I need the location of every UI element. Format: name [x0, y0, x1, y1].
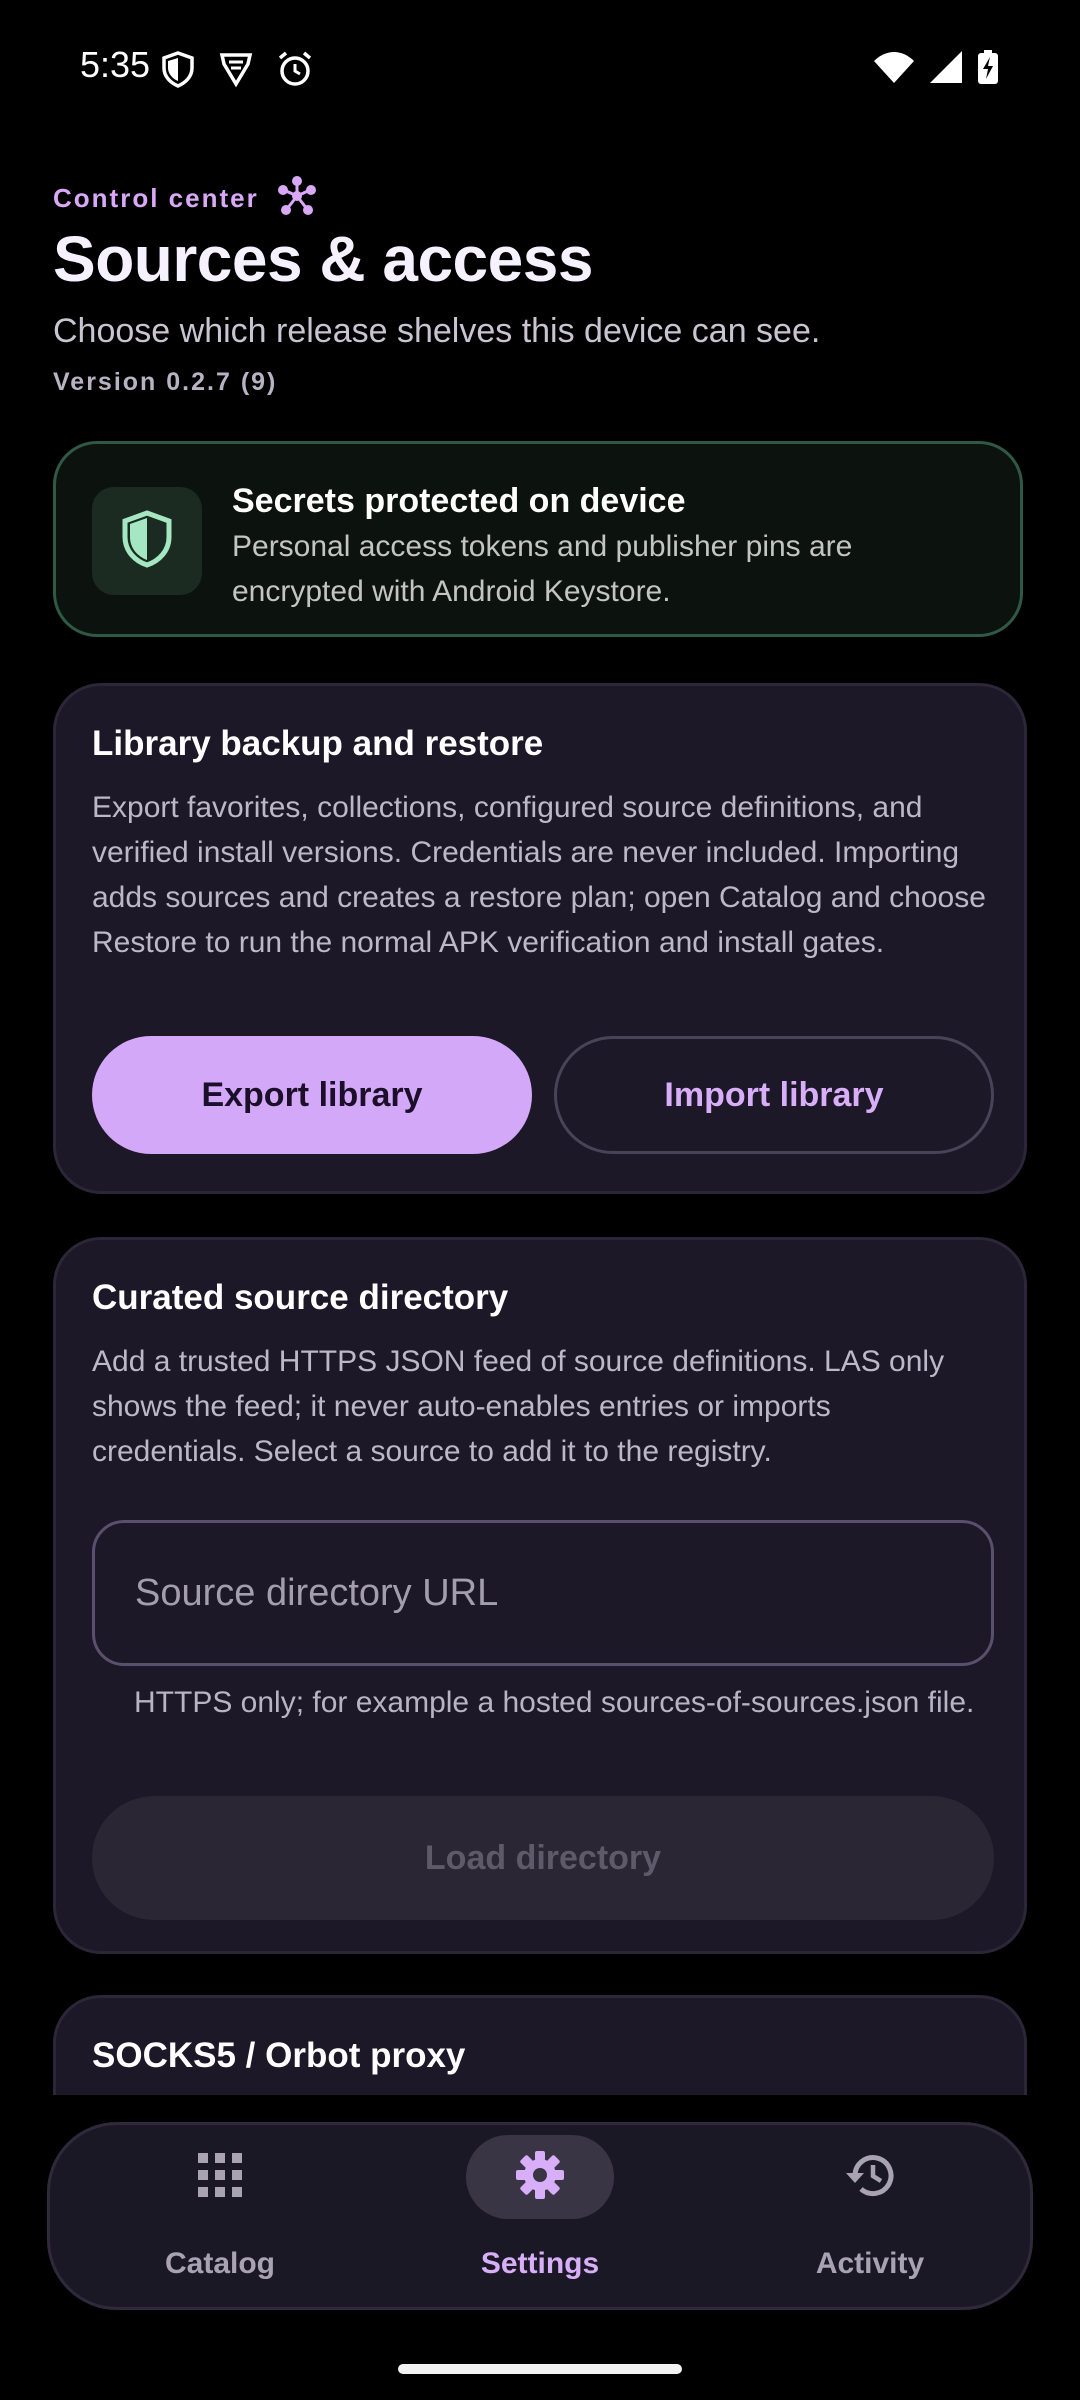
- nav-label-catalog: Catalog: [164, 2247, 275, 2280]
- socks5-proxy-card: SOCKS5 / Orbot proxy: [53, 1995, 1027, 2095]
- proxy-card-title: SOCKS5 / Orbot proxy: [92, 2036, 466, 2075]
- import-library-button[interactable]: Import library: [554, 1036, 994, 1154]
- nav-label-settings: Settings: [480, 2247, 600, 2280]
- page-subtitle: Choose which release shelves this device…: [53, 312, 821, 350]
- backup-card-body: Export favorites, collections, configure…: [92, 791, 986, 959]
- library-backup-card: Library backup and restore Export favori…: [53, 683, 1027, 1194]
- wifi-icon: [874, 51, 914, 83]
- app-version: Version 0.2.7 (9): [53, 368, 278, 396]
- gear-icon: [514, 2149, 566, 2206]
- directory-card-title: Curated source directory: [92, 1278, 509, 1317]
- eyebrow-text: Control center: [53, 183, 259, 213]
- battery-charging-icon: [978, 50, 998, 84]
- alarm-icon: [276, 50, 314, 88]
- bottom-navigation: Catalog Settings Activity: [47, 2122, 1033, 2310]
- backup-card-title: Library backup and restore: [92, 724, 544, 763]
- nav-item-activity[interactable]: Activity: [720, 2125, 1020, 2313]
- shield-icon: [160, 50, 196, 88]
- load-directory-button[interactable]: Load directory: [92, 1796, 994, 1920]
- url-helper-text: HTTPS only; for example a hosted sources…: [134, 1686, 975, 1719]
- shield-check-icon: [121, 509, 173, 573]
- status-bar: 5:35: [0, 0, 1080, 130]
- secure-card-title: Secrets protected on device: [232, 482, 686, 520]
- source-directory-url-input[interactable]: [92, 1520, 994, 1666]
- nav-item-catalog[interactable]: Catalog: [70, 2125, 370, 2313]
- directory-card-body: Add a trusted HTTPS JSON feed of source …: [92, 1345, 945, 1468]
- eyebrow: Control center: [53, 176, 317, 221]
- network-icon: [277, 176, 317, 221]
- export-library-button[interactable]: Export library: [92, 1036, 532, 1154]
- page-title: Sources & access: [53, 223, 593, 295]
- status-icons-left: [160, 50, 314, 88]
- brave-icon: [218, 50, 254, 88]
- secure-icon-box: [92, 487, 202, 595]
- grid-icon: [196, 2151, 244, 2204]
- secure-card-body: Personal access tokens and publisher pin…: [232, 530, 853, 608]
- history-icon: [843, 2150, 897, 2205]
- curated-source-directory-card: Curated source directory Add a trusted H…: [53, 1237, 1027, 1954]
- status-time: 5:35: [80, 44, 151, 85]
- nav-label-activity: Activity: [815, 2247, 925, 2280]
- secrets-protected-card: Secrets protected on device Personal acc…: [53, 441, 1023, 637]
- status-icons-right: [874, 50, 998, 84]
- signal-icon: [930, 51, 962, 83]
- nav-item-settings[interactable]: Settings: [390, 2125, 690, 2313]
- home-indicator[interactable]: [398, 2364, 682, 2374]
